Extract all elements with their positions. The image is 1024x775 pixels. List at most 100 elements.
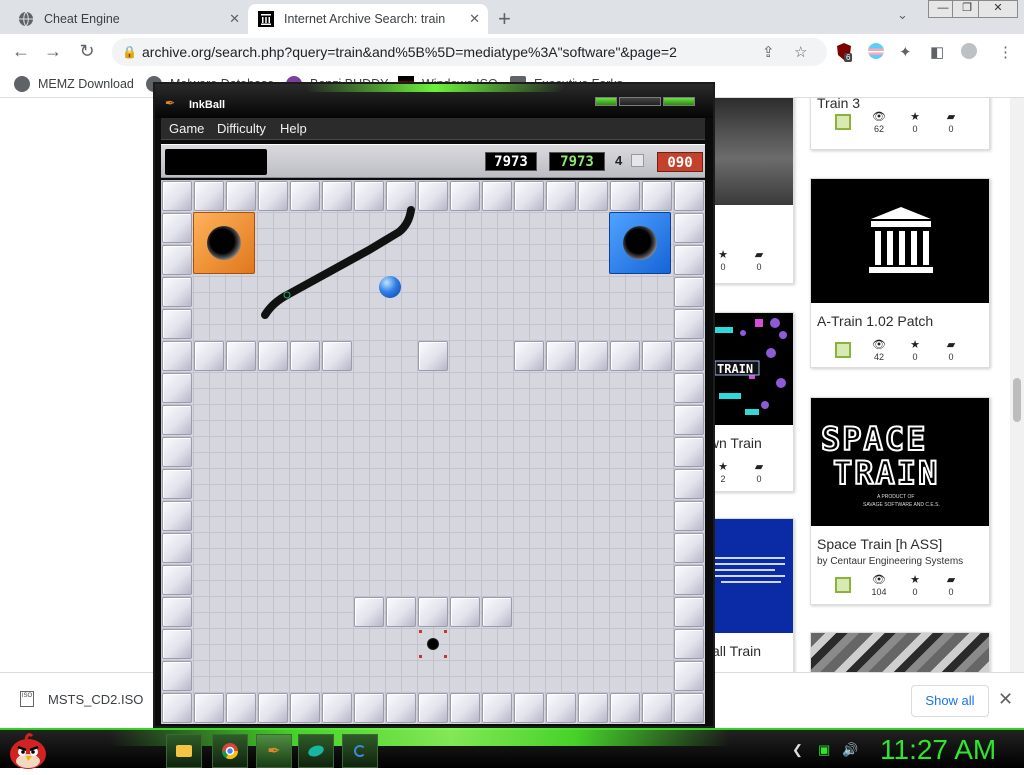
tab-label: Internet Archive Search: train xyxy=(284,12,446,26)
result-stats: 👁 62 ★ 0 ▰ 0 xyxy=(811,111,989,139)
result-card-a-train[interactable]: A-Train 1.02 Patch 👁 42 ★ 0 ▰ 0 xyxy=(810,178,990,368)
taskbar: ✒ ❮ ▣ 🔊 11:27 AM xyxy=(0,728,1024,770)
sidepanel-icon[interactable]: ◧ xyxy=(930,43,944,61)
comment-count: 0 xyxy=(756,474,762,484)
close-window-button[interactable] xyxy=(663,97,695,106)
tab-internet-archive[interactable]: Internet Archive Search: train ✕ xyxy=(248,4,488,34)
fav-count: 0 xyxy=(912,587,918,597)
fav-icon: ★ xyxy=(910,574,920,586)
globe-icon xyxy=(14,76,30,92)
thumbnail-line-3: A PRODUCT OF xyxy=(877,494,915,500)
inkball-scoreboard: 7973 7973 4 090 xyxy=(161,144,705,178)
maximize-button[interactable] xyxy=(619,97,661,106)
minimize-button[interactable] xyxy=(595,97,617,106)
result-card-floppies[interactable] xyxy=(810,632,990,672)
inkball-titlebar[interactable]: ✒ InkBall xyxy=(155,84,713,118)
comment-count: 0 xyxy=(948,124,954,134)
view-count: 62 xyxy=(873,124,884,134)
balls-remaining: 4 xyxy=(615,153,623,168)
result-title[interactable]: A-Train 1.02 Patch xyxy=(817,313,933,329)
result-card-train-3[interactable]: Train 3 👁 62 ★ 0 ▰ 0 xyxy=(810,98,990,150)
comment-icon: ▰ xyxy=(946,111,956,123)
upcoming-balls-panel xyxy=(165,149,267,175)
archive-logo-icon xyxy=(869,207,933,273)
start-orb-icon[interactable] xyxy=(6,730,46,770)
window-title: InkBall xyxy=(189,99,226,111)
menu-help[interactable]: Help xyxy=(280,121,307,136)
ball-counter-icon xyxy=(631,154,644,167)
close-window-button[interactable]: ✕ xyxy=(978,0,1018,18)
thumbnail-line-4: SAVAGE SOFTWARE AND C.E.S. xyxy=(863,502,940,508)
extension-badge: 6 xyxy=(844,53,853,62)
profile-flag-icon[interactable] xyxy=(868,43,884,59)
thumbnail-line-2: TRAIN xyxy=(832,453,940,493)
browser-tab-bar: Cheat Engine ✕ Internet Archive Search: … xyxy=(0,0,1024,34)
fav-count: 2 xyxy=(720,474,726,484)
save-icon[interactable] xyxy=(835,577,851,593)
chevron-down-icon[interactable]: ⌄ xyxy=(897,7,908,23)
bookmark-memz[interactable]: MEMZ Download xyxy=(14,76,134,92)
bookmark-label: MEMZ Download xyxy=(38,77,134,91)
tab-label: Cheat Engine xyxy=(44,12,120,26)
save-icon[interactable] xyxy=(835,342,851,358)
view-count: 104 xyxy=(871,587,887,597)
address-bar[interactable]: 🔒 archive.org/search.php?query=train&and… xyxy=(112,38,827,66)
fav-count: 0 xyxy=(912,352,918,362)
star-icon[interactable]: ☆ xyxy=(794,43,807,61)
inkball-icon: ✒ xyxy=(165,96,176,110)
fav-icon: ★ xyxy=(910,111,920,123)
app-spinner-icon[interactable] xyxy=(342,734,378,768)
lock-icon: 🔒 xyxy=(122,45,137,59)
forward-icon[interactable]: → xyxy=(42,41,64,62)
menu-difficulty[interactable]: Difficulty xyxy=(217,121,266,136)
profile-icon[interactable] xyxy=(961,43,977,59)
close-icon[interactable]: ✕ xyxy=(998,689,1013,710)
view-count: 42 xyxy=(873,352,884,362)
titlebar-glow xyxy=(305,84,565,92)
network-icon[interactable]: ▣ xyxy=(818,742,830,758)
game-board[interactable] xyxy=(161,180,705,724)
page-scrollbar[interactable] xyxy=(1010,98,1024,672)
ublock-icon[interactable]: 6 xyxy=(836,43,853,62)
menu-game[interactable]: Game xyxy=(169,121,204,136)
result-title[interactable]: Space Train [h ASS] xyxy=(817,536,942,552)
volume-icon[interactable]: 🔊 xyxy=(842,742,858,758)
save-icon[interactable] xyxy=(835,114,851,130)
tray-chevron-icon[interactable]: ❮ xyxy=(792,742,803,758)
comment-count: 0 xyxy=(948,587,954,597)
inkball-window: ✒ InkBall Game Difficulty Help 7973 7973… xyxy=(153,82,715,728)
inkball-icon[interactable]: ✒ xyxy=(256,734,292,768)
show-all-button[interactable]: Show all xyxy=(911,685,989,717)
close-icon[interactable]: ✕ xyxy=(469,11,480,27)
result-thumbnail xyxy=(811,179,989,303)
share-icon[interactable]: ⇪ xyxy=(762,43,775,61)
back-icon[interactable]: ← xyxy=(10,41,32,62)
result-title[interactable]: Train 3 xyxy=(817,98,860,111)
comment-icon: ▰ xyxy=(946,339,956,351)
timer-display: 090 xyxy=(657,152,703,172)
url-text: archive.org/search.php?query=train&and%5… xyxy=(142,44,677,60)
download-item[interactable]: ISO MSTS_CD2.ISO xyxy=(20,691,143,707)
globe-icon xyxy=(18,11,34,27)
ink-line xyxy=(261,206,415,319)
chrome-icon[interactable] xyxy=(212,734,248,768)
close-icon[interactable]: ✕ xyxy=(229,11,240,27)
scrollbar-thumb[interactable] xyxy=(1013,378,1021,422)
app-leaf-icon[interactable] xyxy=(298,734,334,768)
plus-icon[interactable]: + xyxy=(498,6,511,32)
puzzle-icon[interactable]: ✦ xyxy=(899,43,912,61)
comment-count: 0 xyxy=(756,262,762,272)
reload-icon[interactable]: ↻ xyxy=(76,41,98,62)
explorer-icon[interactable] xyxy=(166,734,202,768)
result-card-space-train[interactable]: SPACE TRAIN A PRODUCT OF SAVAGE SOFTWARE… xyxy=(810,397,990,605)
comment-icon: ▰ xyxy=(946,574,956,586)
taskbar-clock[interactable]: 11:27 AM xyxy=(880,734,996,766)
comment-icon: ▰ xyxy=(754,249,764,261)
tab-cheat-engine[interactable]: Cheat Engine ✕ xyxy=(8,4,248,34)
kebab-icon[interactable]: ⋮ xyxy=(998,43,1013,61)
result-thumbnail: SPACE TRAIN A PRODUCT OF SAVAGE SOFTWARE… xyxy=(811,398,989,526)
result-stats: 👁 104 ★ 0 ▰ 0 xyxy=(811,574,989,602)
taskbar-glow xyxy=(110,728,730,746)
result-creator[interactable]: by Centaur Engineering Systems xyxy=(817,556,963,567)
comment-count: 0 xyxy=(948,352,954,362)
